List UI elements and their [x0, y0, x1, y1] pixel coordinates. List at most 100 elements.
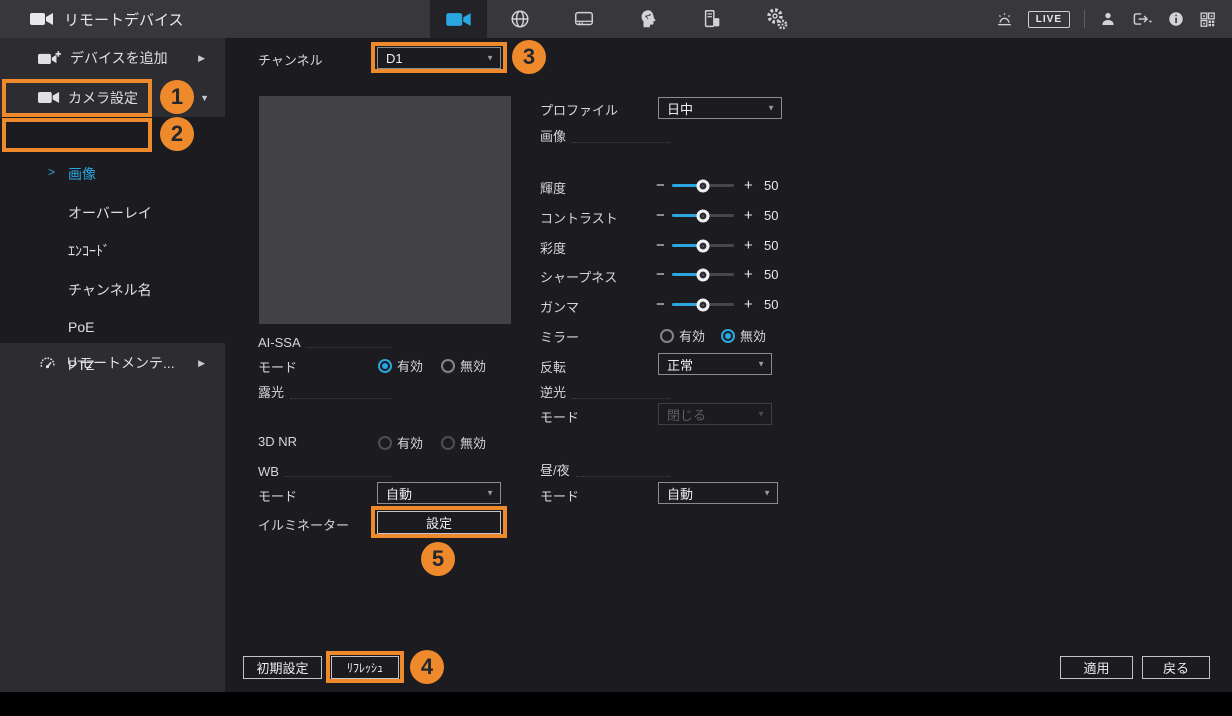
slider-track[interactable]	[672, 184, 734, 187]
slider-increase-button[interactable]: +	[744, 207, 753, 224]
brightness-slider-row: 輝度 − + 50	[540, 176, 800, 196]
chevron-down-icon: ▼	[757, 410, 765, 419]
slider-decrease-button[interactable]: −	[656, 266, 665, 283]
apply-button[interactable]: 適用	[1060, 656, 1133, 679]
slider-track[interactable]	[672, 303, 734, 306]
hard-drive-icon	[573, 8, 595, 30]
tab-system[interactable]	[692, 0, 732, 38]
exposure-section-header: 露光	[258, 385, 392, 401]
callout-number-5: 5	[421, 542, 455, 576]
wb-mode-select[interactable]: 自動 ▼	[377, 482, 501, 504]
mirror-label: ミラー	[540, 327, 579, 346]
submenu-item-channel-name[interactable]: チャンネル名	[68, 280, 152, 300]
live-button[interactable]: LIVE	[1028, 11, 1070, 28]
profile-select[interactable]: 日中 ▼	[658, 97, 782, 119]
ai-head-icon	[637, 8, 659, 30]
callout-number-4: 4	[410, 650, 444, 684]
ai-ssa-disabled-radio[interactable]: 無効	[441, 356, 486, 375]
slider-increase-button[interactable]: +	[744, 296, 753, 313]
qr-code-icon[interactable]	[1199, 11, 1216, 28]
slider-thumb[interactable]	[697, 209, 710, 222]
slider-thumb[interactable]	[697, 239, 710, 252]
logout-icon[interactable]	[1131, 10, 1153, 28]
slider-track[interactable]	[672, 273, 734, 276]
sidebar: デバイスを追加 ▶ カメラ設定 ▼ > 画像 オーバーレイ ｴﾝｺｰﾄﾞ チャン…	[0, 38, 225, 692]
slider-track[interactable]	[672, 214, 734, 217]
saturation-slider-row: 彩度 − + 50	[540, 236, 800, 256]
flip-select[interactable]: 正常 ▼	[658, 353, 772, 375]
user-icon[interactable]	[1099, 10, 1117, 28]
profile-select-value: 日中	[667, 99, 693, 118]
tab-network[interactable]	[500, 0, 540, 38]
slider-value: 50	[764, 267, 778, 282]
slider-decrease-button[interactable]: −	[656, 296, 665, 313]
submenu-item-encode[interactable]: ｴﾝｺｰﾄﾞ	[68, 241, 110, 261]
camera-settings-submenu: > 画像 オーバーレイ ｴﾝｺｰﾄﾞ チャンネル名 PoE PTZ	[0, 117, 225, 343]
slider-track[interactable]	[672, 244, 734, 247]
mirror-disabled-radio[interactable]: 無効	[721, 326, 766, 345]
slider-thumb[interactable]	[697, 268, 710, 281]
topbar-status-area: LIVE	[995, 0, 1232, 38]
slider-decrease-button[interactable]: −	[656, 177, 665, 194]
alarm-siren-icon[interactable]	[995, 10, 1014, 29]
tab-storage[interactable]	[564, 0, 604, 38]
callout-number-3: 3	[512, 40, 546, 74]
slider-decrease-button[interactable]: −	[656, 207, 665, 224]
slider-increase-button[interactable]: +	[744, 177, 753, 194]
globe-icon	[509, 8, 531, 30]
ai-ssa-enabled-radio[interactable]: 有効	[378, 356, 423, 375]
flip-label: 反転	[540, 357, 566, 376]
sidebar-item-add-device[interactable]: デバイスを追加 ▶	[0, 38, 225, 78]
chevron-right-icon: ▶	[198, 358, 205, 369]
chevron-down-icon: ▼	[486, 489, 494, 498]
refresh-button[interactable]: ﾘﾌﾚｯｼｭ	[331, 656, 399, 679]
slider-thumb[interactable]	[697, 298, 710, 311]
nr3d-disabled-radio[interactable]: 無効	[441, 433, 486, 452]
slider-thumb[interactable]	[697, 179, 710, 192]
remote-device-window: リモートデバイス	[0, 0, 1232, 716]
mirror-radios: 有効 無効	[660, 326, 766, 345]
wb-mode-select-value: 自動	[386, 484, 412, 503]
default-settings-button[interactable]: 初期設定	[243, 656, 322, 679]
tab-ai[interactable]	[628, 0, 668, 38]
camera-icon	[446, 11, 472, 28]
tab-settings[interactable]	[757, 0, 797, 38]
camera-icon	[38, 90, 60, 105]
illuminator-settings-button[interactable]: 設定	[377, 511, 501, 534]
chevron-down-icon: ▼	[757, 360, 765, 369]
bottom-black-strip	[0, 692, 1232, 716]
chevron-down-icon: ▼	[767, 104, 775, 113]
channel-label: チャンネル	[258, 50, 323, 69]
submenu-item-image[interactable]: 画像	[68, 164, 96, 184]
chevron-down-icon: ▼	[200, 93, 209, 103]
channel-select[interactable]: D1 ▼	[377, 47, 501, 69]
slider-increase-button[interactable]: +	[744, 266, 753, 283]
backlight-mode-label: モード	[540, 407, 579, 426]
submenu-item-overlay[interactable]: オーバーレイ	[68, 203, 152, 223]
nr3d-label: 3D NR	[258, 434, 297, 449]
mirror-enabled-radio[interactable]: 有効	[660, 326, 705, 345]
camera-plus-icon	[38, 50, 62, 67]
channel-select-value: D1	[386, 51, 403, 66]
tab-remote-device[interactable]	[430, 0, 487, 38]
profile-label: プロファイル	[540, 100, 618, 119]
contrast-slider-row: コントラスト − + 50	[540, 206, 800, 226]
submenu-item-poe[interactable]: PoE	[68, 319, 94, 335]
daynight-mode-select[interactable]: 自動 ▼	[658, 482, 778, 504]
topbar: リモートデバイス	[0, 0, 1232, 38]
info-icon[interactable]	[1167, 10, 1185, 28]
nr3d-enabled-radio[interactable]: 有効	[378, 433, 423, 452]
wb-section-header: WB	[258, 463, 392, 479]
sidebar-item-camera-settings[interactable]: カメラ設定 ▼	[0, 78, 225, 117]
slider-increase-button[interactable]: +	[744, 237, 753, 254]
sidebar-item-remote-maintenance[interactable]: リモートメンテ... ▶	[0, 343, 225, 383]
chevron-down-icon: ▼	[763, 489, 771, 498]
back-button[interactable]: 戻る	[1142, 656, 1210, 679]
slider-value: 50	[764, 297, 778, 312]
video-preview	[259, 96, 511, 324]
sidebar-item-label: デバイスを追加	[70, 48, 168, 68]
image-section-header: 画像	[540, 129, 670, 145]
slider-decrease-button[interactable]: −	[656, 237, 665, 254]
slider-value: 50	[764, 238, 778, 253]
gamma-slider-row: ガンマ − + 50	[540, 295, 800, 315]
